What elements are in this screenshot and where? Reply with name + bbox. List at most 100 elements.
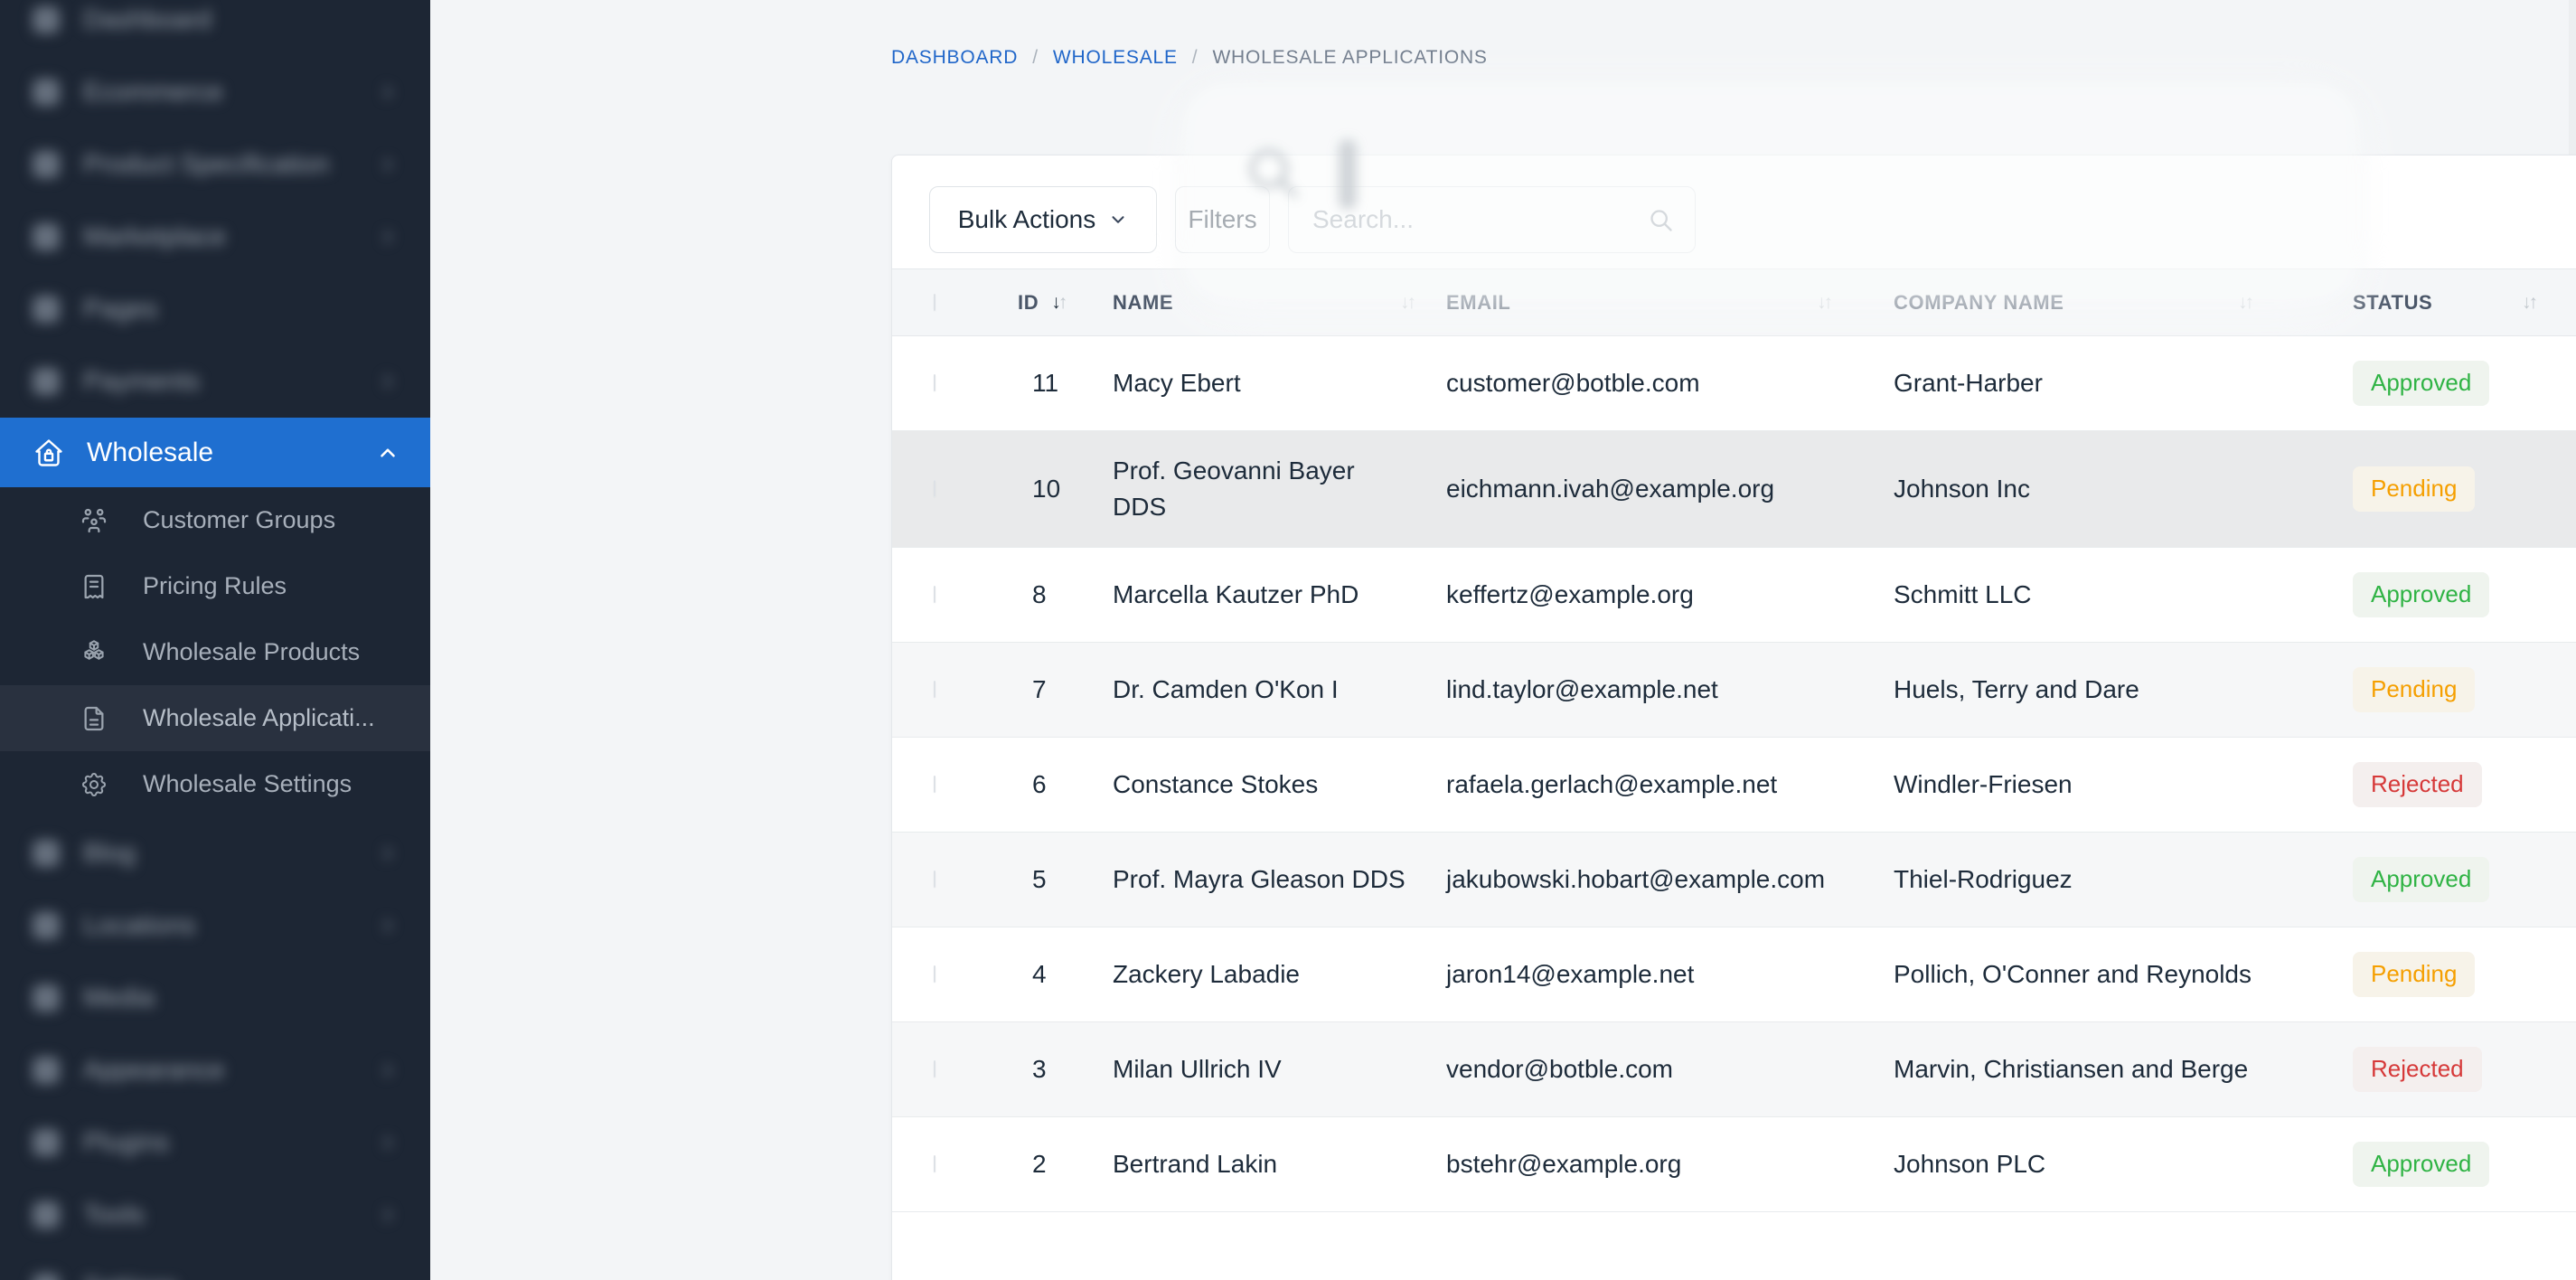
table-row[interactable]: 6 Constance Stokes rafaela.gerlach@examp… (892, 738, 2576, 833)
table-row[interactable]: 5 Prof. Mayra Gleason DDS jakubowski.hob… (892, 833, 2576, 927)
column-header-email[interactable]: EMAIL ↓↑ (1446, 291, 1894, 315)
chevron-right-icon (376, 914, 400, 937)
search-input[interactable] (1288, 186, 1696, 253)
column-header-company[interactable]: COMPANY NAME ↓↑ (1894, 291, 2353, 315)
search-icon (1649, 208, 1674, 238)
select-all-checkbox[interactable] (934, 294, 935, 311)
product-specification-icon (33, 151, 60, 178)
media-icon (33, 984, 60, 1012)
status-badge: Approved (2353, 361, 2489, 405)
column-header-id[interactable]: ID ↓↑ (1018, 291, 1113, 315)
sort-icons[interactable]: ↓↑ (2238, 293, 2252, 312)
filters-label: Filters (1188, 205, 1256, 234)
table-row[interactable]: 8 Marcella Kautzer PhD keffertz@example.… (892, 548, 2576, 643)
wholesale-applications-card: Bulk Actions Filters Reload (891, 155, 2576, 1280)
row-checkbox[interactable] (934, 871, 935, 888)
sidebar-item-product-specification[interactable]: Product Specification (0, 128, 430, 201)
sort-icons[interactable]: ↓↑ (1400, 293, 1414, 312)
chevron-down-icon (1108, 210, 1128, 230)
table-row[interactable]: 4 Zackery Labadie jaron14@example.net Po… (892, 927, 2576, 1022)
chevron-right-icon (376, 153, 400, 176)
column-header-name[interactable]: NAME ↓↑ (1113, 291, 1446, 315)
chevron-right-icon (376, 842, 400, 865)
table-row[interactable]: 7 Dr. Camden O'Kon I lind.taylor@example… (892, 643, 2576, 738)
sidebar-item-dashboard[interactable]: Dashboard (0, 0, 430, 56)
sidebar-item-wholesale-settings[interactable]: Wholesale Settings (0, 751, 430, 817)
sidebar-item-payments[interactable]: Payments (0, 345, 430, 418)
row-checkbox[interactable] (934, 1060, 935, 1078)
breadcrumb-dashboard[interactable]: DASHBOARD (891, 47, 1018, 69)
row-checkbox[interactable] (934, 1155, 935, 1172)
sidebar-item-locations[interactable]: Locations (0, 889, 430, 962)
sidebar-item-label: Wholesale Applicati... (143, 704, 375, 732)
row-checkbox[interactable] (934, 965, 935, 983)
filters-button[interactable]: Filters (1175, 186, 1270, 253)
status-badge: Pending (2353, 952, 2475, 996)
row-checkbox[interactable] (934, 681, 935, 698)
sidebar-item-label: Wholesale Products (143, 638, 360, 666)
marketplace-icon (33, 223, 60, 250)
sidebar-item-wholesale[interactable]: Wholesale (0, 418, 430, 487)
sidebar-item-marketplace[interactable]: Marketplace (0, 201, 430, 273)
users-group-icon (80, 506, 108, 535)
breadcrumb-separator: / (1192, 47, 1199, 69)
table-row[interactable]: 2 Bertrand Lakin bstehr@example.org John… (892, 1117, 2576, 1212)
sidebar-item-appearance[interactable]: Appearance (0, 1034, 430, 1106)
sidebar-item-media[interactable]: Media (0, 962, 430, 1034)
chevron-right-icon (376, 370, 400, 393)
sidebar-item-wholesale-products[interactable]: Wholesale Products (0, 619, 430, 685)
sidebar-item-blog[interactable]: Blog (0, 817, 430, 889)
chevron-right-icon (376, 80, 400, 104)
plugins-icon (33, 1129, 60, 1156)
appearance-icon (33, 1057, 60, 1084)
row-checkbox[interactable] (934, 480, 935, 497)
column-header-status[interactable]: STATUS ↓↑ (2353, 291, 2576, 315)
chevron-right-icon (376, 1131, 400, 1154)
sidebar-item-wholesale-applications[interactable]: Wholesale Applicati... (0, 685, 430, 751)
row-checkbox[interactable] (934, 586, 935, 603)
sort-icons[interactable]: ↓↑ (1051, 293, 1065, 312)
tools-icon (33, 1201, 60, 1228)
status-badge: Approved (2353, 857, 2489, 901)
sidebar-item-tools[interactable]: Tools (0, 1179, 430, 1251)
table-row[interactable]: 3 Milan Ullrich IV vendor@botble.com Mar… (892, 1022, 2576, 1117)
sidebar-item-customer-groups[interactable]: Customer Groups (0, 487, 430, 553)
table-row[interactable]: 11 Macy Ebert customer@botble.com Grant-… (892, 336, 2576, 431)
dashboard-icon (33, 6, 60, 33)
sort-icons[interactable]: ↓↑ (2522, 293, 2535, 312)
sidebar-item-ecommerce[interactable]: Ecommerce (0, 56, 430, 128)
locations-icon (33, 912, 60, 939)
sort-icons[interactable]: ↓↑ (1817, 293, 1830, 312)
row-checkbox[interactable] (934, 776, 935, 793)
sidebar-item-label: Customer Groups (143, 506, 335, 534)
sidebar-item-plugins[interactable]: Plugins (0, 1106, 430, 1179)
breadcrumb: DASHBOARD / WHOLESALE / WHOLESALE APPLIC… (891, 47, 1488, 69)
chevron-right-icon (376, 1203, 400, 1227)
table-toolbar: Bulk Actions Filters Reload (892, 155, 2576, 268)
chevron-right-icon (376, 1059, 400, 1082)
sidebar: Dashboard Ecommerce Product Specificatio… (0, 0, 430, 1280)
breadcrumb-separator: / (1032, 47, 1039, 69)
sidebar-item-pages[interactable]: Pages (0, 273, 430, 345)
breadcrumb-wholesale[interactable]: WHOLESALE (1053, 47, 1178, 69)
wholesale-submenu: Customer Groups Pricing Rules (0, 487, 430, 817)
row-checkbox[interactable] (934, 374, 935, 391)
main-content: DASHBOARD / WHOLESALE / WHOLESALE APPLIC… (430, 0, 2576, 1280)
table-row[interactable]: 10 Prof. Geovanni Bayer DDS eichmann.iva… (892, 431, 2576, 548)
ecommerce-icon (33, 79, 60, 106)
table-search (1288, 186, 1696, 253)
store-icon (33, 437, 65, 469)
chevron-right-icon (376, 225, 400, 249)
status-badge: Pending (2353, 667, 2475, 711)
gear-icon (80, 770, 108, 799)
payments-icon (33, 368, 60, 395)
sidebar-item-pricing-rules[interactable]: Pricing Rules (0, 553, 430, 619)
blog-icon (33, 840, 60, 867)
breadcrumb-current-page: WHOLESALE APPLICATIONS (1212, 47, 1487, 69)
sidebar-item-settings[interactable]: Settings (0, 1251, 430, 1280)
chevron-up-icon[interactable] (376, 441, 400, 465)
packages-icon (80, 638, 108, 667)
settings-icon (33, 1274, 60, 1280)
sidebar-item-label: Wholesale (87, 438, 213, 468)
bulk-actions-button[interactable]: Bulk Actions (929, 186, 1157, 253)
